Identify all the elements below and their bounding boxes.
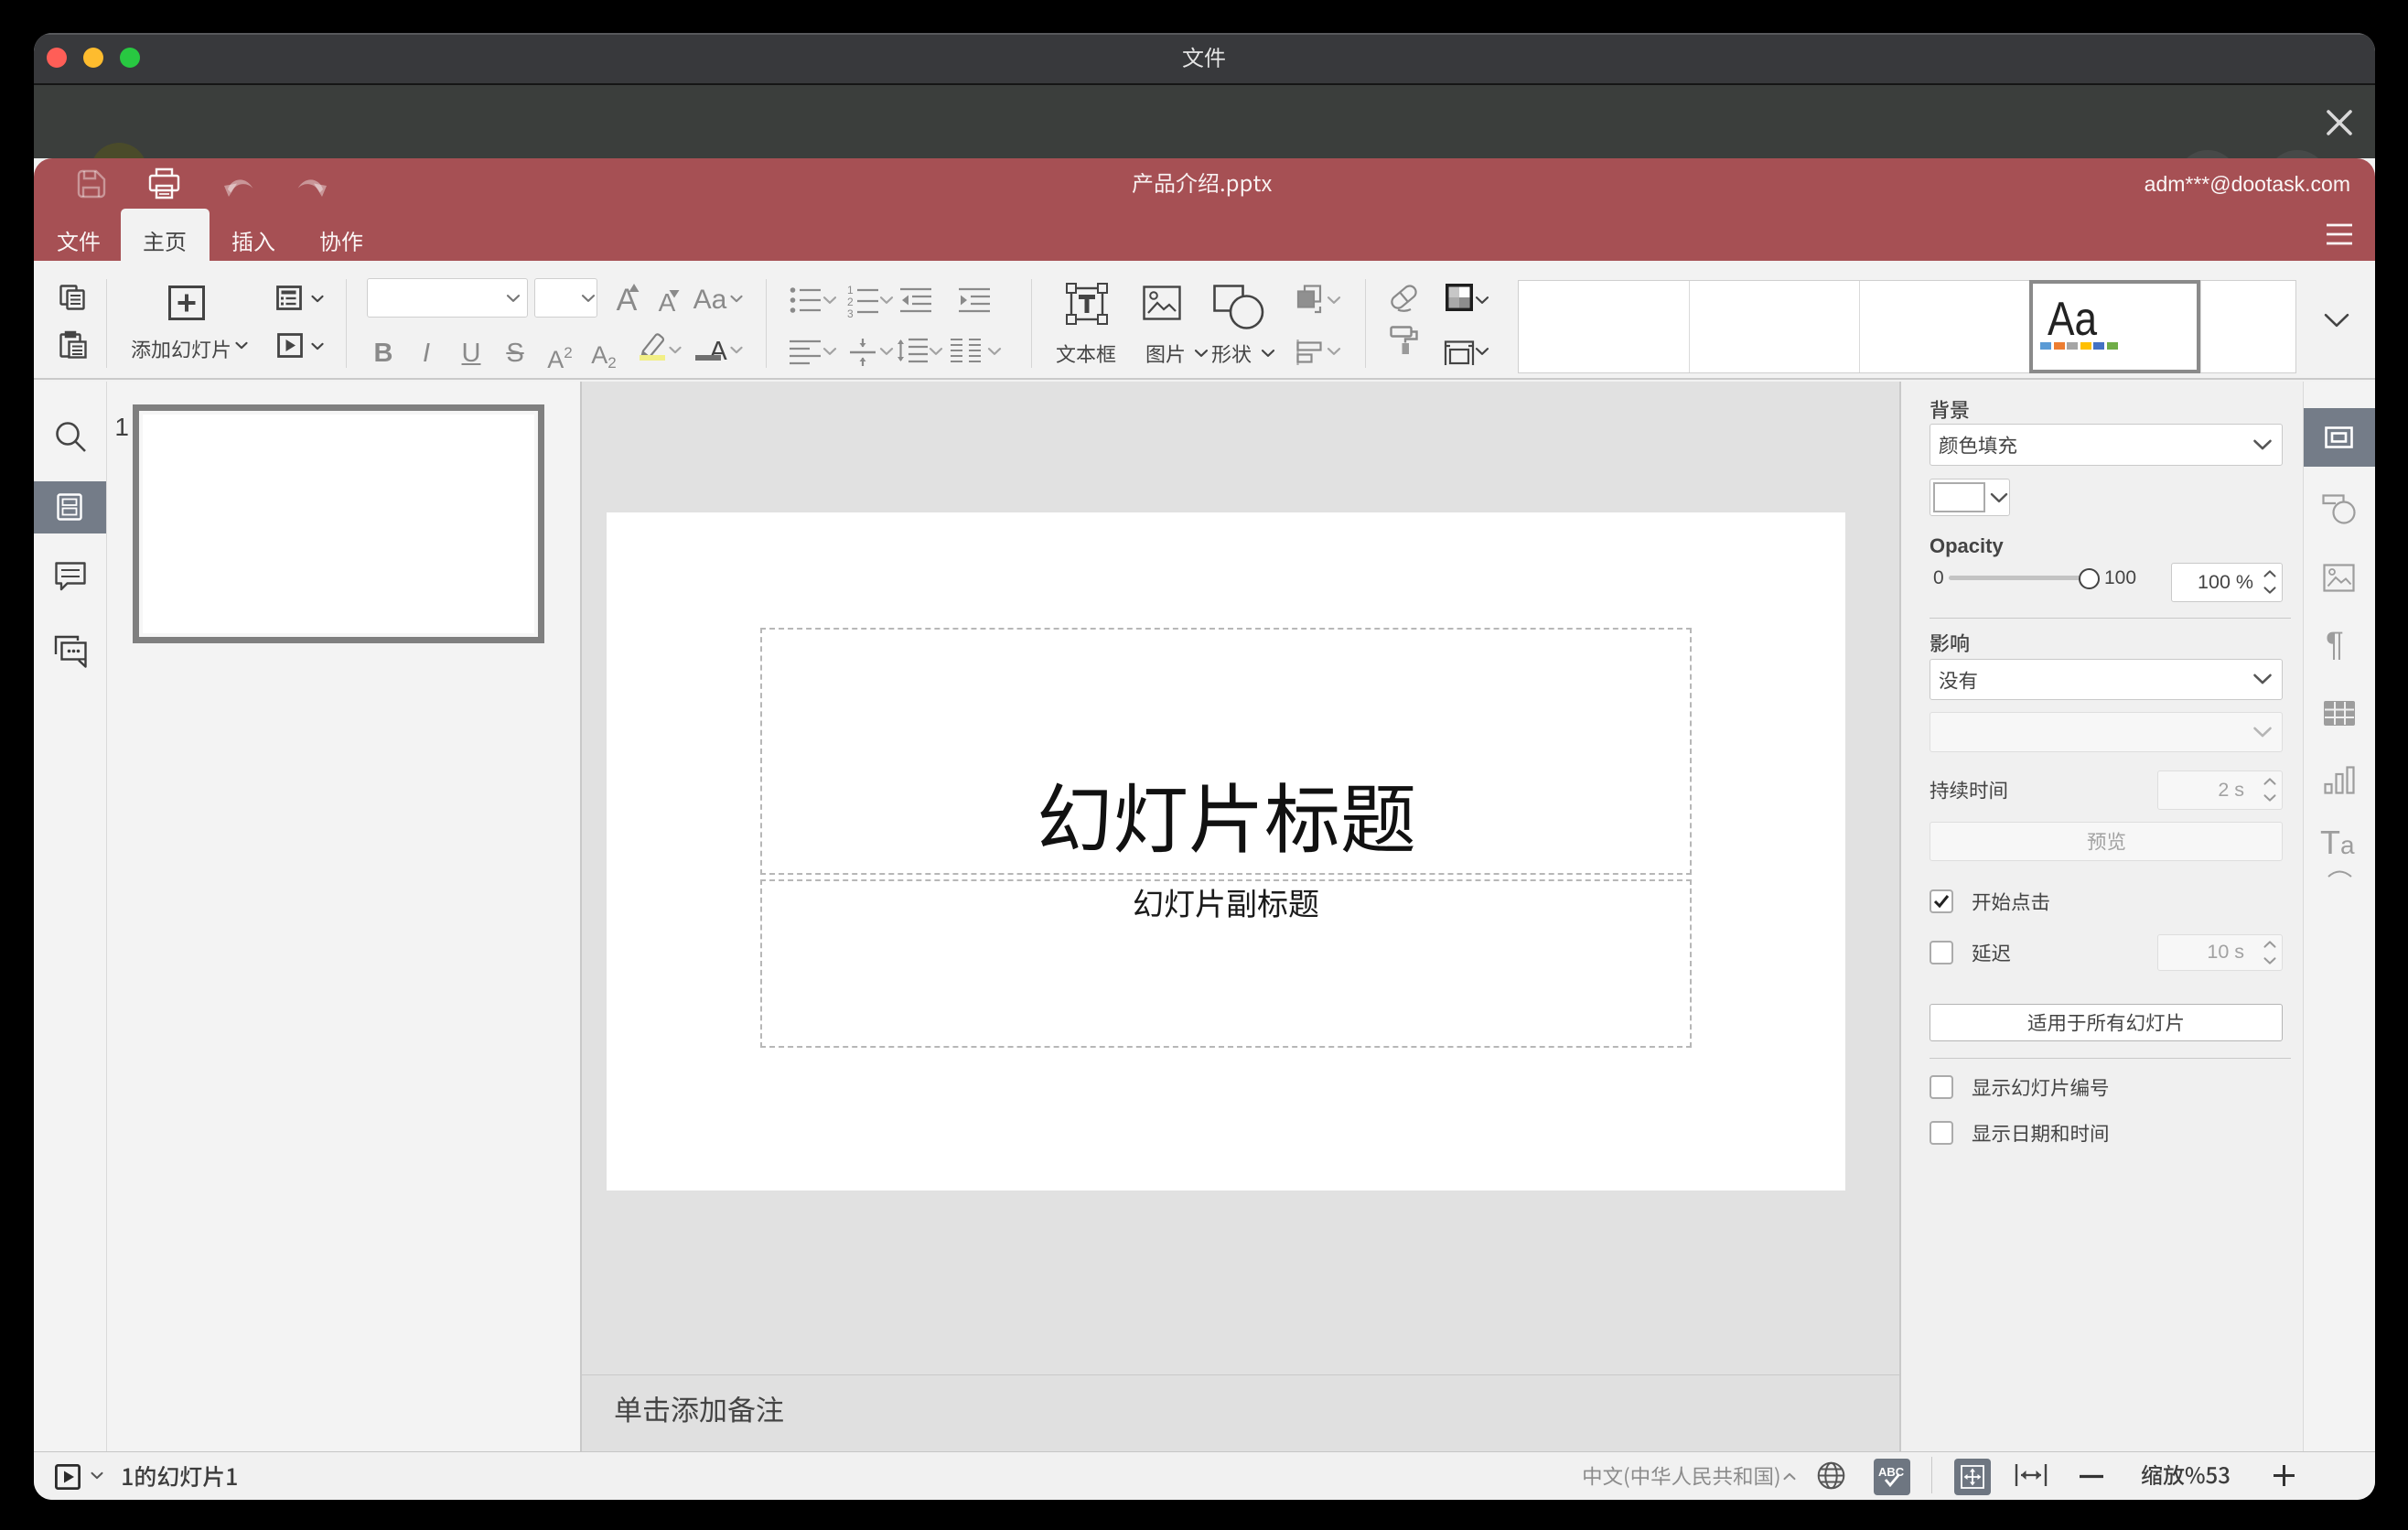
svg-text:ABC: ABC (1878, 1465, 1905, 1479)
svg-text:1: 1 (847, 284, 854, 296)
svg-text:2: 2 (847, 296, 854, 308)
svg-text:3: 3 (847, 307, 854, 320)
